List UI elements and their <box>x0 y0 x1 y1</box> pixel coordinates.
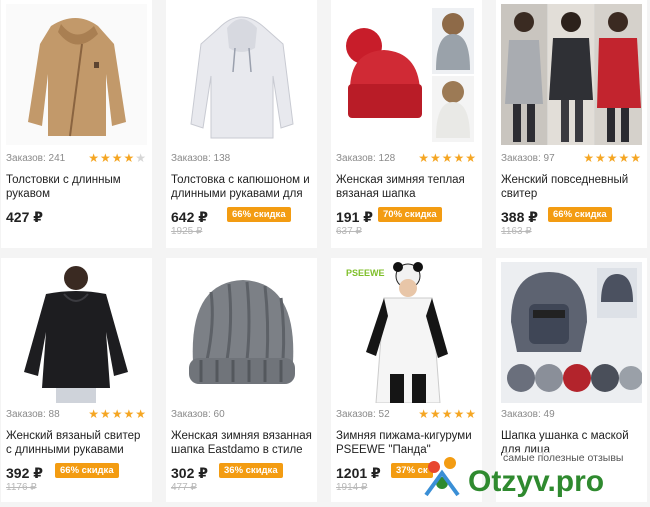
orders-count: Заказов: 128 <box>336 153 396 164</box>
discount-badge: 66% скидка <box>548 207 612 222</box>
product-image[interactable] <box>171 262 312 403</box>
product-card[interactable]: Заказов: 97 ★★★★★ Женский повседневный с… <box>496 0 647 248</box>
product-title[interactable]: Женский повседневный свитер <box>501 173 643 201</box>
orders-count: Заказов: 49 <box>501 409 555 420</box>
rating-stars: ★★★★★ <box>418 151 477 165</box>
product-title[interactable]: Толстовки с длинным рукавом <box>6 173 148 201</box>
otzyv-logo-image: Otzyv.pro <box>424 457 604 498</box>
old-price: 637 ₽ <box>336 226 362 237</box>
product-card[interactable]: Заказов: 60 Женская зимняя вязанная шапк… <box>166 258 317 502</box>
red-pompom-beanie-image <box>336 4 477 145</box>
product-price: 302 ₽ <box>171 465 208 481</box>
grey-chunky-beanie-image <box>171 262 312 403</box>
product-card[interactable]: Заказов: 241 ★★★★★ Толстовки с длинным р… <box>1 0 152 248</box>
orders-count: Заказов: 138 <box>171 153 231 164</box>
product-grid: Заказов: 241 ★★★★★ Толстовки с длинным р… <box>0 0 650 502</box>
old-price: 1176 ₽ <box>6 482 37 493</box>
white-hoodie-image <box>171 4 312 145</box>
black-knit-sweater-image <box>6 262 147 403</box>
product-image[interactable] <box>501 262 642 403</box>
product-price: 642 ₽ <box>171 209 208 225</box>
old-price: 1163 ₽ <box>501 226 532 237</box>
discount-badge: 70% скидка <box>378 207 442 222</box>
logo-text: Otzyv.pro <box>468 465 604 498</box>
product-image[interactable] <box>6 262 147 403</box>
old-price: 1914 ₽ <box>336 482 368 493</box>
rating-stars: ★★★★★ <box>88 407 147 421</box>
ushanka-face-mask-image <box>501 262 642 403</box>
product-price: 427 ₽ <box>6 209 43 225</box>
product-card[interactable]: Заказов: 88 ★★★★★ Женский вязаный свитер… <box>1 258 152 502</box>
product-title[interactable]: Женская зимняя вязанная шапка Eastdamo в… <box>171 429 313 457</box>
product-title[interactable]: Женский вязаный свитер с длинными рукава… <box>6 429 148 457</box>
product-title[interactable]: Зимняя пижама-кигуруми PSEEWE "Панда" <box>336 429 478 457</box>
product-price: 388 ₽ <box>501 209 538 225</box>
product-price: 392 ₽ <box>6 465 43 481</box>
orders-count: Заказов: 97 <box>501 153 555 164</box>
orders-count: Заказов: 60 <box>171 409 225 420</box>
discount-badge: 66% скидка <box>227 207 291 222</box>
rating-stars: ★★★★★ <box>418 407 477 421</box>
orders-count: Заказов: 52 <box>336 409 390 420</box>
old-price: 477 ₽ <box>171 482 197 493</box>
old-price: 1925 ₽ <box>171 226 203 237</box>
image-brand-text: PSEEWE <box>346 268 385 278</box>
product-title[interactable]: Женская зимняя теплая вязаная шапка <box>336 173 478 201</box>
logo-figures-icon <box>424 457 460 497</box>
orders-count: Заказов: 241 <box>6 153 66 164</box>
orders-count: Заказов: 88 <box>6 409 60 420</box>
product-image[interactable] <box>171 4 312 145</box>
discount-badge: 66% скидка <box>55 463 119 478</box>
women-sweaters-collage-image <box>501 4 642 145</box>
product-image[interactable] <box>336 4 477 145</box>
product-card[interactable]: Заказов: 138 Толстовка с капюшоном и дли… <box>166 0 317 248</box>
product-price: 191 ₽ <box>336 209 373 225</box>
product-image[interactable]: PSEEWE <box>336 262 477 403</box>
otzyv-logo[interactable]: Otzyv.pro <box>422 455 650 502</box>
discount-badge: 36% скидка <box>219 463 283 478</box>
product-price: 1201 ₽ <box>336 465 381 481</box>
product-image[interactable] <box>6 4 147 145</box>
product-image[interactable] <box>501 4 642 145</box>
panda-kigurumi-image: PSEEWE <box>336 262 477 403</box>
product-title[interactable]: Толстовка с капюшоном и длинными рукавам… <box>171 173 313 201</box>
product-card[interactable]: Заказов: 128 ★★★★★ Женская зимняя теплая… <box>331 0 482 248</box>
tan-zip-hoodie-image <box>6 4 147 145</box>
rating-stars: ★★★★★ <box>88 151 147 165</box>
rating-stars: ★★★★★ <box>583 151 642 165</box>
